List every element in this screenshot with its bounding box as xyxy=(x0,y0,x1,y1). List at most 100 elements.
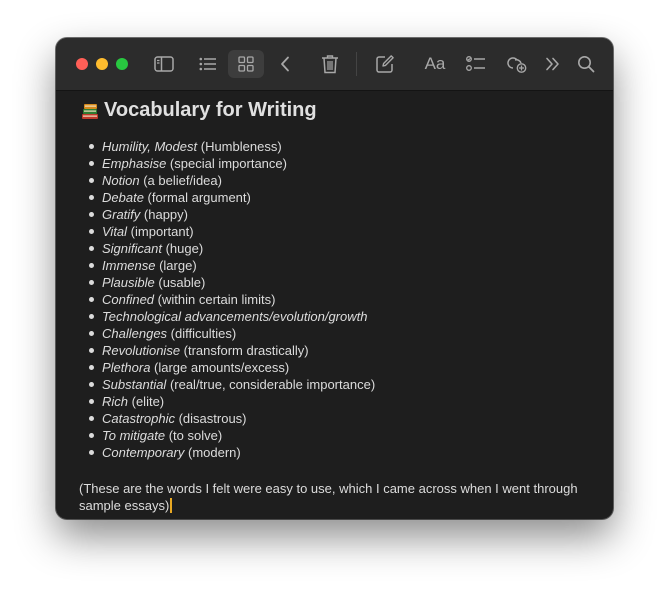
bullet-icon xyxy=(89,382,94,387)
vocab-word: Plausible xyxy=(102,275,155,290)
vocab-meaning: (Humbleness) xyxy=(197,139,282,154)
list-item: Immense (large) xyxy=(89,257,375,274)
list-item: Humility, Modest (Humbleness) xyxy=(89,138,375,155)
vocab-word: Technological advancements/evolution/gro… xyxy=(102,309,368,324)
collaborate-button[interactable] xyxy=(504,50,530,78)
toolbar: Aa xyxy=(56,38,613,91)
new-note-button[interactable] xyxy=(372,50,398,78)
vocab-word: Gratify xyxy=(102,207,141,222)
vocab-word: Plethora xyxy=(102,360,151,375)
vocab-meaning: (to solve) xyxy=(165,428,223,443)
vocab-word: Emphasise xyxy=(102,156,167,171)
vocab-word: Substantial xyxy=(102,377,167,392)
list-item: Vital (important) xyxy=(89,223,375,240)
bullet-icon xyxy=(89,314,94,319)
list-item: Plausible (usable) xyxy=(89,274,375,291)
vocab-word: Catastrophic xyxy=(102,411,175,426)
note-footer-paragraph: (These are the words I felt were easy to… xyxy=(79,480,579,514)
vocab-meaning: (difficulties) xyxy=(167,326,237,341)
note-editor[interactable]: Vocabulary for Writing Humility, Modest … xyxy=(56,91,613,519)
vocab-word: Confined xyxy=(102,292,155,307)
compose-icon xyxy=(376,55,394,73)
list-item: Confined (within certain limits) xyxy=(89,291,375,308)
vocab-meaning: (elite) xyxy=(128,394,165,409)
bullet-icon xyxy=(89,450,94,455)
vocab-meaning: (formal argument) xyxy=(143,190,251,205)
chevron-left-icon xyxy=(281,56,289,72)
list-item: Substantial (real/true, considerable imp… xyxy=(89,376,376,393)
note-title[interactable]: Vocabulary for Writing xyxy=(81,99,317,122)
vocab-meaning: (important) xyxy=(127,224,194,239)
vocab-word: Contemporary xyxy=(102,445,185,460)
vocab-meaning: (transform drastically) xyxy=(180,343,309,358)
list-item: Notion (a belief/idea) xyxy=(89,172,375,189)
close-window-button[interactable] xyxy=(76,58,88,70)
vocab-meaning: (disastrous) xyxy=(174,411,247,426)
list-item: Debate (formal argument) xyxy=(89,189,375,206)
bullet-icon xyxy=(89,263,94,268)
vocab-word: Debate xyxy=(102,190,144,205)
notes-window: Aa Vocabulary for Writing Humility, Mode… xyxy=(56,38,613,519)
list-item: Contemporary (modern) xyxy=(89,444,375,461)
vocab-word: Immense xyxy=(102,258,156,273)
vocab-meaning: (within certain limits) xyxy=(154,292,276,307)
vocab-word: Vital xyxy=(102,224,128,239)
list-item: Significant (huge) xyxy=(89,240,375,257)
vocab-meaning: (large) xyxy=(155,258,197,273)
back-button[interactable] xyxy=(274,50,296,78)
gallery-view-icon xyxy=(238,56,254,72)
vocab-word: Humility, Modest xyxy=(102,139,198,154)
search-button[interactable] xyxy=(574,50,598,78)
vocab-word: Significant xyxy=(102,241,162,256)
trash-icon xyxy=(322,55,338,74)
bullet-icon xyxy=(89,195,94,200)
delete-note-button[interactable] xyxy=(318,50,342,78)
list-view-icon xyxy=(199,57,216,71)
vocab-word: To mitigate xyxy=(102,428,166,443)
gallery-view-button[interactable] xyxy=(228,50,264,78)
bullet-icon xyxy=(89,399,94,404)
vocab-meaning: (large amounts/excess) xyxy=(150,360,290,375)
more-toolbar-items-button[interactable] xyxy=(542,50,564,78)
list-item: Catastrophic (disastrous) xyxy=(89,410,375,427)
vocab-meaning: (huge) xyxy=(161,241,204,256)
bullet-icon xyxy=(89,331,94,336)
vocab-word: Notion xyxy=(102,173,140,188)
bullet-icon xyxy=(89,433,94,438)
toggle-sidebar-button[interactable] xyxy=(150,50,178,78)
format-button[interactable]: Aa xyxy=(420,50,450,78)
vocab-word: Challenges xyxy=(102,326,168,341)
zoom-window-button[interactable] xyxy=(116,58,128,70)
chevrons-right-icon xyxy=(546,57,559,71)
vocab-word: Revolutionise xyxy=(102,343,181,358)
list-view-button[interactable] xyxy=(194,50,222,78)
vocabulary-list: Humility, Modest (Humbleness) Emphasise (… xyxy=(89,138,376,461)
vocab-meaning: (modern) xyxy=(184,445,241,460)
list-item: Plethora (large amounts/excess) xyxy=(89,359,375,376)
vocab-meaning: (real/true, considerable importance) xyxy=(166,377,376,392)
note-title-text: Vocabulary for Writing xyxy=(104,99,317,121)
text-format-icon: Aa xyxy=(424,54,446,73)
bullet-icon xyxy=(89,297,94,302)
bullet-icon xyxy=(89,416,94,421)
vocab-meaning: (usable) xyxy=(154,275,206,290)
text-caret xyxy=(170,498,173,513)
list-item: Gratify (happy) xyxy=(89,206,375,223)
books-emoji-icon xyxy=(81,102,99,120)
list-item: Emphasise (special importance) xyxy=(89,155,375,172)
bullet-icon xyxy=(89,365,94,370)
bullet-icon xyxy=(89,246,94,251)
minimize-window-button[interactable] xyxy=(96,58,108,70)
list-item: To mitigate (to solve) xyxy=(89,427,375,444)
vocab-word: Rich xyxy=(102,394,129,409)
note-footer-text: (These are the words I felt were easy to… xyxy=(79,481,578,513)
toolbar-separator xyxy=(356,52,357,76)
collaborate-icon xyxy=(507,57,527,73)
sidebar-icon xyxy=(154,56,174,72)
bullet-icon xyxy=(89,144,94,149)
vocab-meaning: (a belief/idea) xyxy=(139,173,222,188)
bullet-icon xyxy=(89,348,94,353)
checklist-icon xyxy=(466,56,485,71)
bullet-icon xyxy=(89,178,94,183)
checklist-button[interactable] xyxy=(464,50,488,78)
